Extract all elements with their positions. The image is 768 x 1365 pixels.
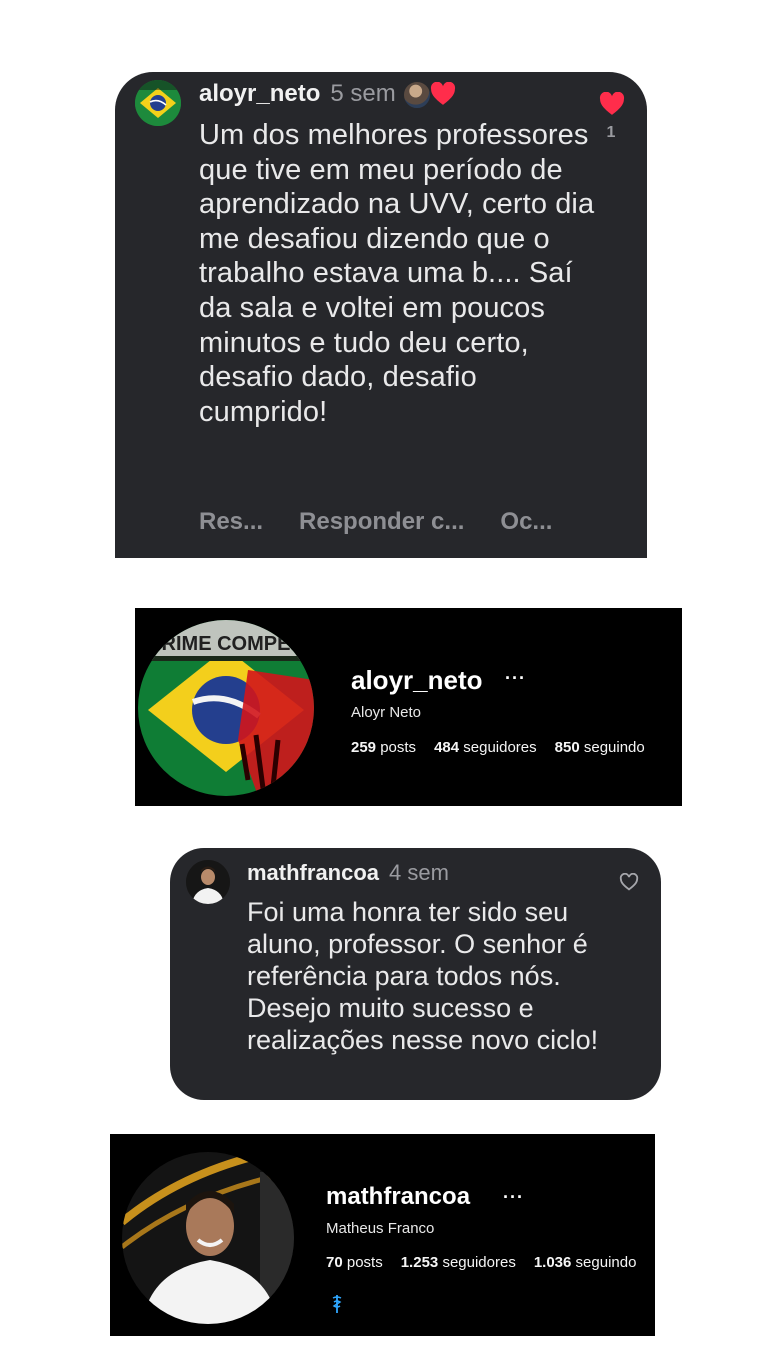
- profile-username[interactable]: mathfrancoa: [326, 1183, 470, 1211]
- following-stat[interactable]: 1.036 seguindo: [534, 1254, 637, 1271]
- more-icon[interactable]: ···: [503, 1187, 524, 1208]
- reply-with-button[interactable]: Responder c...: [299, 508, 464, 536]
- comment-username[interactable]: aloyr_neto: [199, 80, 320, 108]
- liker-avatar: [401, 80, 432, 110]
- comment-actions: Res... Responder c... Oc...: [199, 508, 552, 536]
- following-stat[interactable]: 850 seguindo: [555, 739, 645, 756]
- followers-stat[interactable]: 484 seguidores: [434, 739, 537, 756]
- comment-header: mathfrancoa 4 sem: [247, 858, 449, 888]
- profile-card-mathfrancoa: mathfrancoa ··· Matheus Franco 70 posts …: [110, 1134, 655, 1336]
- author-liked-indicator: [401, 78, 458, 110]
- profile-display-name: Matheus Franco: [326, 1220, 435, 1237]
- profile-display-name: Aloyr Neto: [351, 704, 422, 721]
- comment-text: Foi uma honra ter sido seu aluno, profes…: [247, 897, 599, 1055]
- commenter-avatar[interactable]: [135, 80, 181, 126]
- commenter-avatar[interactable]: [186, 860, 230, 904]
- reply-button[interactable]: Res...: [199, 508, 263, 536]
- profile-stats: 70 posts 1.253 seguidores 1.036 seguindo: [326, 1254, 636, 1271]
- heart-outline-icon[interactable]: [619, 873, 639, 891]
- posts-stat[interactable]: 259 posts: [351, 739, 416, 756]
- comment-timestamp: 5 sem: [330, 80, 396, 107]
- heart-filled-icon: [430, 82, 456, 106]
- more-icon[interactable]: ···: [505, 668, 526, 689]
- caduceus-icon: [331, 1294, 343, 1314]
- profile-photo: [186, 860, 230, 904]
- profile-card-aloyr: CRIME COMPER aloyr_neto ··· Aloyr Neto 2…: [135, 608, 682, 806]
- comment-timestamp: 4 sem: [389, 860, 449, 885]
- like-count: 1: [606, 124, 616, 141]
- comment-header: aloyr_neto 5 sem: [199, 78, 458, 110]
- brazil-flag-image: [135, 80, 181, 126]
- avatar-caption: CRIME COMPER: [147, 633, 305, 655]
- heart-filled-icon[interactable]: [599, 92, 625, 116]
- comment-card-mathfrancoa: mathfrancoa 4 sem Foi uma honra ter sido…: [170, 848, 661, 1100]
- profile-username[interactable]: aloyr_neto: [351, 665, 483, 696]
- comment-card-aloyr: aloyr_neto 5 sem Um dos melhores profess…: [115, 72, 647, 558]
- profile-avatar[interactable]: CRIME COMPER: [138, 620, 314, 796]
- profile-stats: 259 posts 484 seguidores 850 seguindo: [351, 739, 645, 756]
- comment-text: Um dos melhores professores que tive em …: [199, 119, 595, 428]
- hide-button[interactable]: Oc...: [500, 508, 552, 536]
- brazil-flag-image: CRIME COMPER: [138, 620, 314, 796]
- posts-stat[interactable]: 70 posts: [326, 1254, 383, 1271]
- profile-avatar[interactable]: [122, 1152, 294, 1324]
- profile-photo: [122, 1152, 294, 1324]
- comment-username[interactable]: mathfrancoa: [247, 860, 379, 886]
- followers-stat[interactable]: 1.253 seguidores: [401, 1254, 516, 1271]
